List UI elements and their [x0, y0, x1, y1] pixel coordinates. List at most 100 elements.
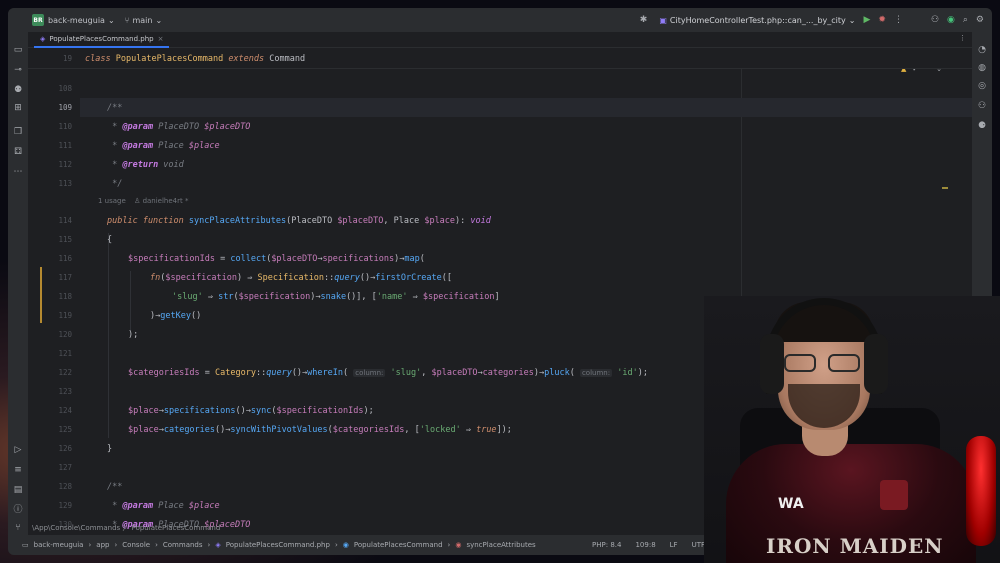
ai-chat-icon[interactable]: ◎: [976, 80, 988, 92]
code-line: )→getKey(): [150, 311, 202, 321]
headset-earcup: [864, 334, 888, 394]
line-number: 114: [58, 216, 72, 225]
code-line: $categoriesIds = Category::query()→where…: [128, 368, 648, 378]
ai-assistant-icon[interactable]: ◉: [947, 15, 955, 25]
line-number: 120: [58, 330, 72, 339]
code-line: );: [128, 330, 139, 340]
copilot-icon[interactable]: ⚇: [976, 100, 988, 112]
code-line: /**: [107, 482, 123, 492]
code-line: /**: [107, 103, 123, 113]
debug-icon[interactable]: ✹: [878, 15, 886, 25]
left-tool-strip: ▭ ⊸ ⚉ ⊞ ❒ ⚃ ⋯ ▷ ≡ ▤ ⓘ ⑂: [8, 32, 28, 535]
services-icon[interactable]: ⚃: [12, 146, 24, 158]
sticky-class-header[interactable]: 19 class PopulatePlacesCommand extends C…: [28, 49, 972, 69]
structure-icon[interactable]: ⊞: [12, 102, 24, 114]
line-separator[interactable]: LF: [670, 541, 678, 549]
path-app[interactable]: app: [96, 541, 109, 549]
line-number: 128: [58, 482, 72, 491]
line-number: 126: [58, 444, 72, 453]
path-console[interactable]: Console: [122, 541, 150, 549]
line-number: 111: [58, 141, 72, 150]
project-selector[interactable]: back-meuguia ⌄: [48, 16, 115, 25]
code-line: $place→categories()→syncWithPivotValues(…: [128, 425, 512, 435]
php-file-icon: ◈: [215, 541, 221, 549]
copilot-chat-icon[interactable]: ⚈: [976, 120, 988, 132]
path-project[interactable]: back-meuguia: [34, 541, 84, 549]
debug-bug-icon[interactable]: ✱: [640, 15, 648, 25]
run-tool-icon[interactable]: ▷: [12, 444, 24, 456]
shirt-print: IRON MAIDEN: [766, 534, 944, 558]
cursor-position[interactable]: 109:8: [635, 541, 655, 549]
php-version[interactable]: PHP: 8.4: [592, 541, 621, 549]
sticky-class-line: class PopulatePlacesCommand extends Comm…: [85, 54, 306, 64]
git-branch-icon: ⑂: [124, 15, 130, 25]
editor-tabs: ◈ PopulatePlacesCommand.php × ⋮: [28, 32, 972, 48]
shirt-badge: [880, 480, 908, 510]
author-icon: ♙: [134, 197, 141, 205]
line-number: 19: [62, 54, 72, 63]
code-line: */: [107, 179, 123, 189]
path-method[interactable]: syncPlaceAttributes: [466, 541, 535, 549]
settings-gear-icon[interactable]: ⚙: [976, 15, 984, 25]
notifications-bell-icon[interactable]: ◔: [976, 44, 988, 56]
line-number: 116: [58, 254, 72, 263]
line-number: 113: [58, 179, 72, 188]
more-actions-icon[interactable]: ⋮: [894, 15, 903, 25]
close-icon[interactable]: ×: [158, 35, 164, 43]
todo-list-icon[interactable]: ≡: [12, 464, 24, 476]
code-line: 'slug' ⇒ str($specification)→snake()], […: [172, 292, 500, 302]
search-icon[interactable]: ⌕: [963, 15, 968, 25]
line-number: 109: [58, 103, 72, 112]
chevron-down-icon: ⌄: [155, 15, 163, 25]
more-tabs-icon[interactable]: ⋮: [959, 34, 966, 42]
line-number: 115: [58, 235, 72, 244]
code-line: * @param Place $place: [107, 501, 220, 511]
code-line: * @return void: [107, 160, 184, 170]
tab-populate-places-command[interactable]: ◈ PopulatePlacesCommand.php ×: [34, 32, 170, 48]
line-number: 127: [58, 463, 72, 472]
status-path: ▭ back-meuguia › app › Console › Commands › …: [22, 541, 536, 549]
path-commands[interactable]: Commands: [163, 541, 203, 549]
scroll-marker: [942, 187, 948, 189]
code-line: * @param Place $place: [107, 141, 220, 151]
commit-icon[interactable]: ⊸: [12, 64, 24, 76]
branch-name: main: [132, 15, 153, 25]
add-user-icon[interactable]: ⚇: [931, 15, 939, 25]
chevron-down-icon: ⌄: [107, 15, 115, 25]
tab-label: PopulatePlacesCommand.php: [49, 35, 154, 43]
code-line: $place→specifications()→sync($specificat…: [128, 406, 374, 416]
bookmarks-icon[interactable]: ❒: [12, 126, 24, 138]
branch-selector[interactable]: ⑂ main ⌄: [125, 16, 163, 25]
line-number: 108: [58, 84, 72, 93]
folder-icon[interactable]: ▭: [12, 44, 24, 56]
usage-count: 1 usage: [98, 197, 126, 205]
problems-icon[interactable]: ⓘ: [12, 504, 24, 516]
headset-earcup: [760, 334, 784, 394]
line-number: 124: [58, 406, 72, 415]
line-number: 112: [58, 160, 72, 169]
shirt-logo: WA: [778, 496, 804, 512]
class-icon: ◉: [342, 541, 349, 549]
usages-inlay[interactable]: 1 usage ♙ danielhe4rt *: [98, 197, 188, 205]
project-badge[interactable]: BR: [32, 14, 44, 26]
run-config-selector[interactable]: ▣ CityHomeControllerTest.php::can_..._by…: [659, 16, 855, 25]
code-line: $specificationIds = collect($placeDTO→sp…: [128, 254, 425, 264]
title-bar: BR back-meuguia ⌄ ⑂ main ⌄ ✱ ▣ CityHomeC…: [8, 8, 992, 32]
method-icon: ◉: [455, 541, 462, 549]
path-file[interactable]: PopulatePlacesCommand.php: [226, 541, 330, 549]
git-icon[interactable]: ⑂: [12, 522, 24, 534]
current-line-highlight: [80, 98, 972, 117]
people-icon[interactable]: ⚉: [12, 84, 24, 96]
line-number: 119: [58, 311, 72, 320]
database-icon[interactable]: ◍: [976, 62, 988, 74]
run-icon[interactable]: ▶: [863, 15, 870, 25]
line-number: 117: [58, 273, 72, 282]
code-line: public function syncPlaceAttributes(Plac…: [107, 216, 491, 226]
more-tools-icon[interactable]: ⋯: [12, 166, 24, 178]
path-class[interactable]: PopulatePlacesCommand: [354, 541, 443, 549]
author-name: danielhe4rt *: [142, 197, 189, 205]
line-number: 110: [58, 122, 72, 131]
chevron-down-icon: ⌄: [848, 15, 856, 25]
php-file-icon: ◈: [40, 35, 46, 43]
terminal-icon[interactable]: ▤: [12, 484, 24, 496]
